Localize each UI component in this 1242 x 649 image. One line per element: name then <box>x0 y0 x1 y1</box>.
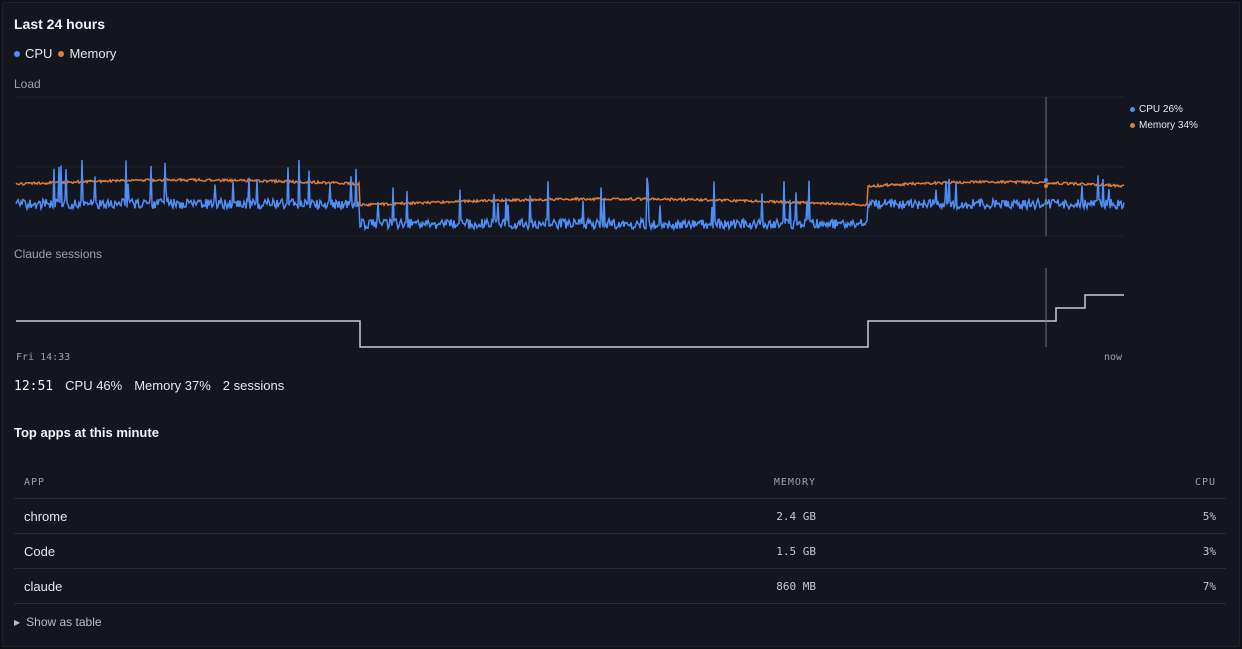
tooltip-memory-dot <box>1130 123 1135 128</box>
tooltip-memory-value: Memory 34% <box>1139 120 1198 131</box>
app-name: claude <box>14 568 606 604</box>
hover-marker-memory <box>1044 184 1048 188</box>
table-row[interactable]: chrome 2.4 GB 5% <box>14 498 1226 534</box>
cpu-series-line <box>15 159 1125 232</box>
hover-marker-cpu <box>1044 178 1048 182</box>
top-apps-title: Top apps at this minute <box>14 425 159 440</box>
hover-tooltip-memory: Memory 34% <box>1130 120 1198 131</box>
top-apps-table: APP MEMORY CPU chrome 2.4 GB 5% Code 1.5… <box>14 466 1226 604</box>
app-memory: 1.5 GB <box>606 533 826 569</box>
column-header-app[interactable]: APP <box>14 466 606 499</box>
readout-cpu: CPU 46% <box>65 378 123 393</box>
app-memory: 2.4 GB <box>606 498 826 534</box>
app-cpu: 3% <box>826 533 1226 569</box>
readout-memory: Memory 37% <box>134 378 211 393</box>
axis-end-label: now <box>1104 352 1123 363</box>
column-header-cpu[interactable]: CPU <box>826 466 1226 499</box>
sessions-series-line <box>16 294 1124 348</box>
app-cpu: 7% <box>826 568 1226 604</box>
app-name: Code <box>14 533 606 569</box>
table-row[interactable]: claude 860 MB 7% <box>14 568 1226 604</box>
load-grid <box>16 96 1124 237</box>
table-row[interactable]: Code 1.5 GB 3% <box>14 533 1226 569</box>
table-header-row: APP MEMORY CPU <box>14 466 1226 499</box>
readout-sessions: 2 sessions <box>222 378 285 393</box>
axis-start-label: Fri 14:33 <box>16 352 71 363</box>
show-as-table-label: Show as table <box>26 615 102 629</box>
hover-tooltip-cpu: CPU 26% <box>1130 104 1183 115</box>
app-name: chrome <box>14 498 606 534</box>
tooltip-cpu-value: CPU 26% <box>1139 104 1183 115</box>
column-header-memory[interactable]: MEMORY <box>606 466 826 499</box>
app-cpu: 5% <box>826 498 1226 534</box>
disclosure-triangle-icon: ▶ <box>14 617 21 627</box>
show-as-table-toggle[interactable]: ▶ Show as table <box>14 615 102 629</box>
tooltip-cpu-dot <box>1130 107 1135 112</box>
readout-time: 12:51 <box>14 379 54 394</box>
app-memory: 860 MB <box>606 568 826 604</box>
memory-series-line <box>15 177 1125 208</box>
hover-readout: 12:51 CPU 46% Memory 37% 2 sessions <box>14 378 284 394</box>
